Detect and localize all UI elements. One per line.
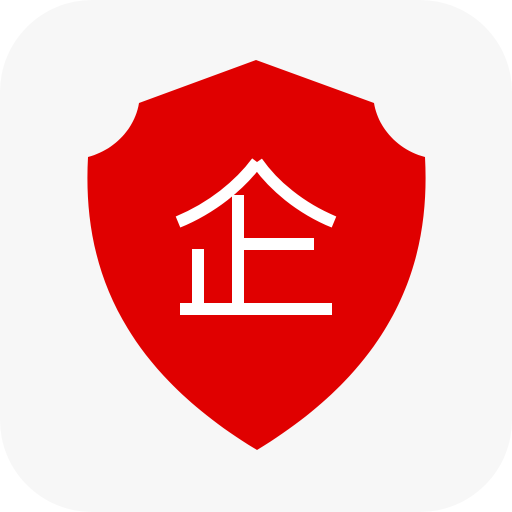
app-icon[interactable] <box>0 0 512 512</box>
app-icon-canvas <box>0 0 512 512</box>
